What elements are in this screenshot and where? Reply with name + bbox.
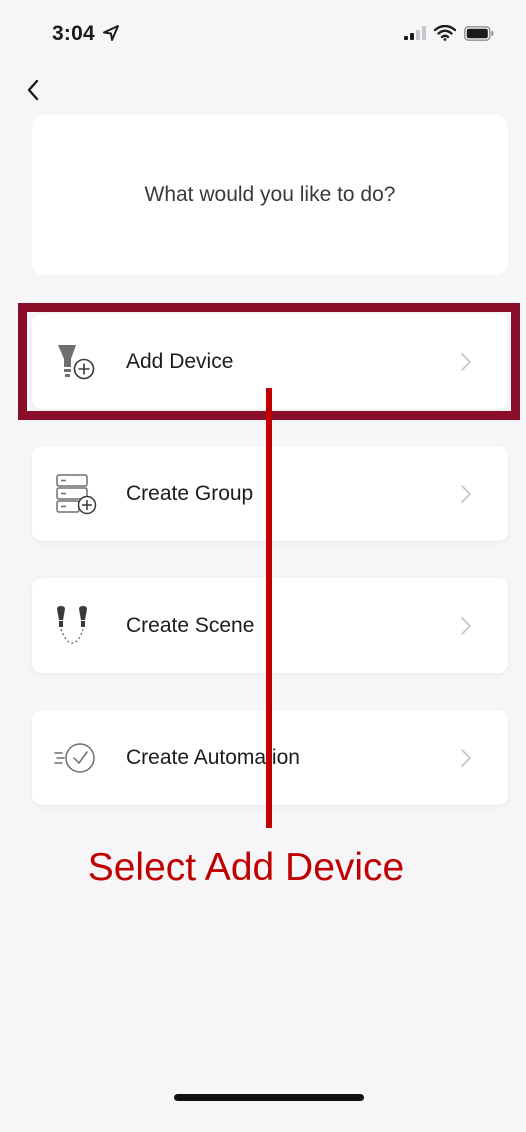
chevron-right-icon xyxy=(461,485,471,503)
chevron-left-icon xyxy=(27,79,39,101)
create-automation-label: Create Automation xyxy=(126,745,300,769)
annotation-text: Select Add Device xyxy=(87,846,405,889)
status-bar: 3:04 xyxy=(0,0,526,70)
chevron-right-icon xyxy=(461,617,471,635)
wifi-icon xyxy=(434,25,456,41)
create-group-option[interactable]: Create Group xyxy=(32,446,508,541)
prompt-title: What would you like to do? xyxy=(144,183,396,206)
prompt-card: What would you like to do? xyxy=(32,115,508,275)
create-scene-label: Create Scene xyxy=(126,613,255,637)
add-device-option[interactable]: Add Device xyxy=(32,314,508,409)
bulb-plus-icon xyxy=(58,345,95,380)
home-indicator[interactable] xyxy=(174,1094,364,1101)
status-icons xyxy=(404,25,494,41)
create-automation-option[interactable]: Create Automation xyxy=(32,710,508,805)
group-plus-icon xyxy=(56,474,97,515)
location-arrow-icon xyxy=(103,25,119,41)
battery-icon xyxy=(464,25,494,41)
add-device-label: Add Device xyxy=(126,349,234,373)
back-button[interactable] xyxy=(20,76,48,104)
create-scene-option[interactable]: Create Scene xyxy=(32,578,508,673)
cellular-signal-icon xyxy=(404,26,426,40)
chevron-right-icon xyxy=(461,353,471,371)
status-time: 3:04 xyxy=(52,22,95,45)
chevron-right-icon xyxy=(461,749,471,767)
clock-automation-icon xyxy=(54,743,95,773)
create-group-label: Create Group xyxy=(126,481,254,505)
scene-bulbs-icon xyxy=(57,606,87,644)
